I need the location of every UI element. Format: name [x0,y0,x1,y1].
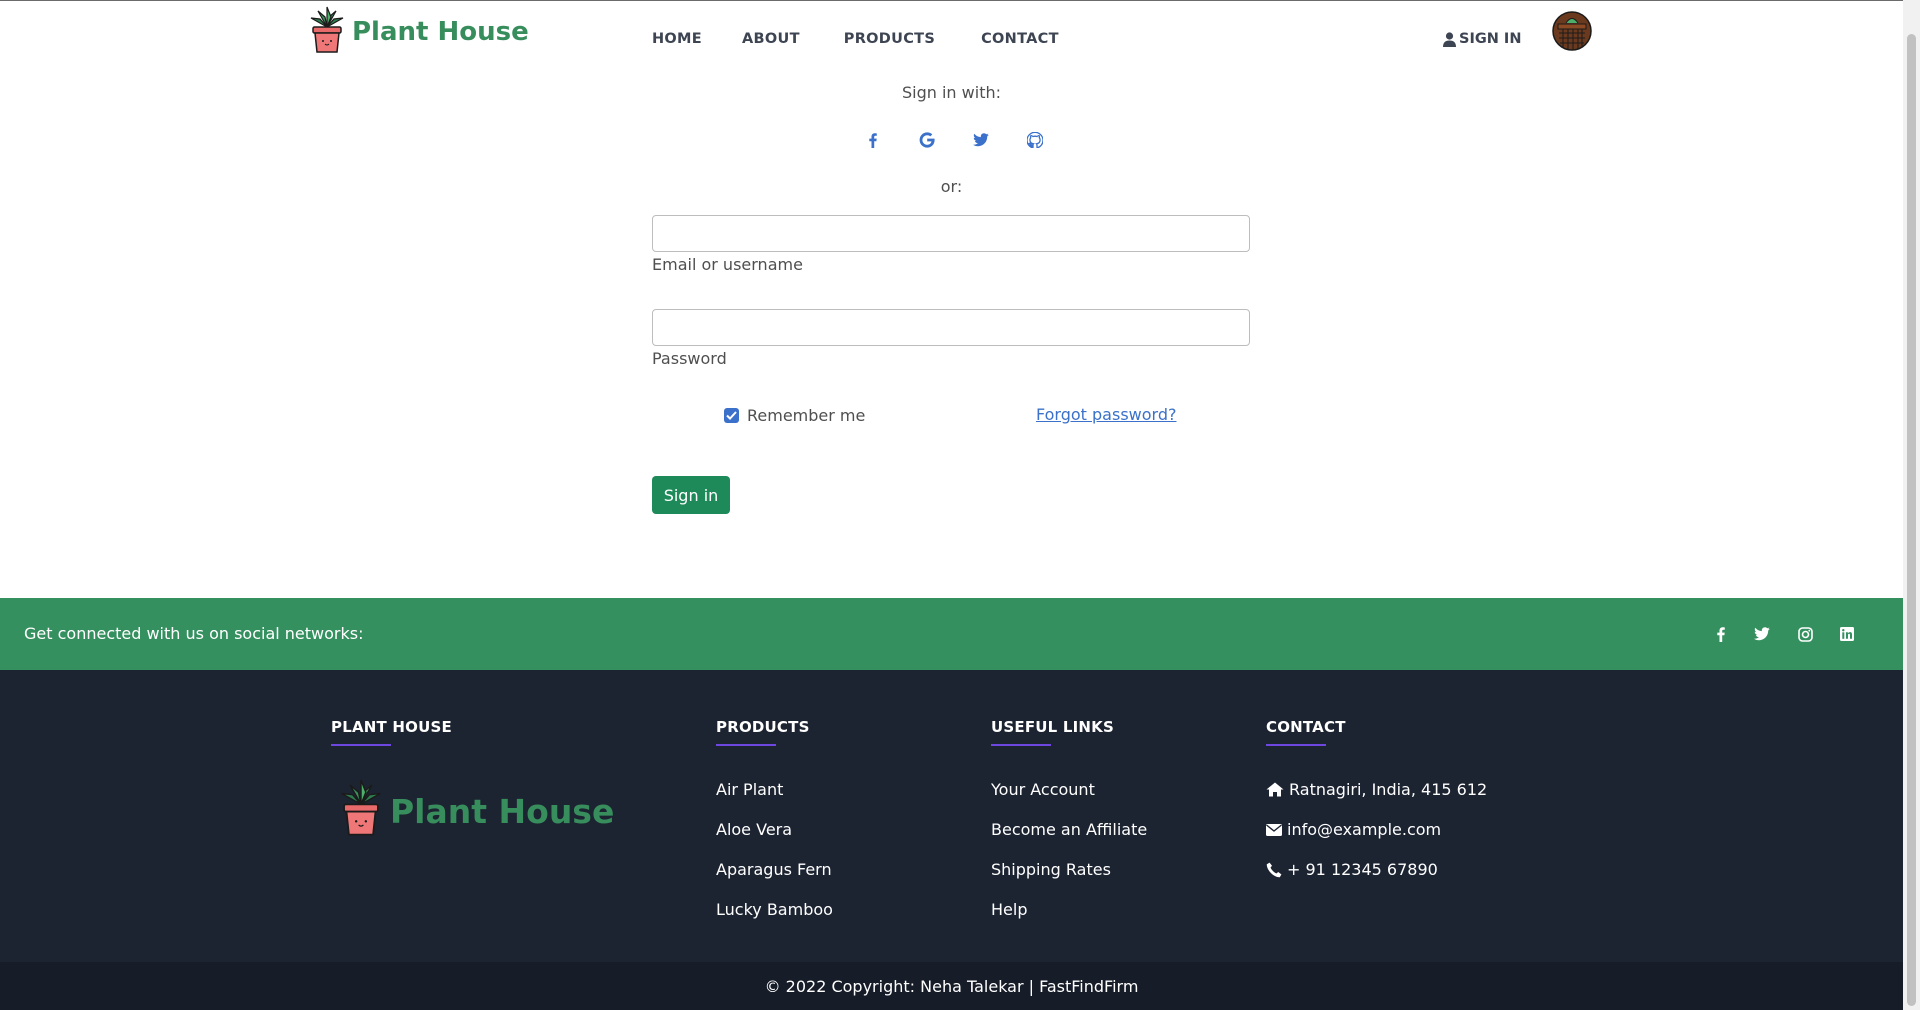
nav-links: HOME ABOUT PRODUCTS CONTACT [652,31,1059,47]
facebook-icon [1717,626,1725,642]
checkbox-checked-icon[interactable] [724,408,739,423]
heading-underline [991,744,1051,746]
sign-in-button[interactable]: Sign in [652,476,730,514]
social-login-buttons [860,127,1043,153]
social-networks-bar: Get connected with us on social networks… [0,598,1903,670]
heading-underline [331,744,391,746]
email-field-label: Email or username [652,255,803,274]
copyright-bar: © 2022 Copyright: Neha Talekar | FastFin… [0,962,1903,1010]
footer-linkedin-link[interactable] [1835,622,1859,646]
google-icon [919,132,935,148]
footer-col-useful-links: USEFUL LINKS [991,718,1114,746]
footer-link-aloe-vera[interactable]: Aloe Vera [716,820,792,839]
social-networks-text: Get connected with us on social networks… [24,624,364,643]
brand-link[interactable]: Plant House [308,5,529,55]
email-field[interactable] [652,215,1250,252]
contact-phone-text: + 91 12345 67890 [1287,860,1438,879]
footer-facebook-link[interactable] [1709,622,1733,646]
plant-logo-icon [341,779,381,836]
facebook-icon [869,132,877,148]
heading-underline [1266,744,1326,746]
footer-link-become-affiliate[interactable]: Become an Affiliate [991,820,1147,839]
basket-icon[interactable] [1552,11,1592,51]
google-login-button[interactable] [914,127,940,153]
contact-address: Ratnagiri, India, 415 612 [1266,780,1487,799]
footer-link-help[interactable]: Help [991,900,1027,919]
scrollbar-thumb[interactable] [1907,34,1916,1006]
envelope-icon [1266,823,1282,836]
footer-twitter-link[interactable] [1750,622,1774,646]
github-login-button[interactable] [1022,127,1048,153]
twitter-icon [1754,627,1770,641]
footer-link-shipping-rates[interactable]: Shipping Rates [991,860,1111,879]
or-divider-label: or: [940,177,963,196]
nav-home[interactable]: HOME [652,31,702,47]
brand-name: Plant House [352,17,529,47]
twitter-login-button[interactable] [968,127,994,153]
contact-phone: + 91 12345 67890 [1266,860,1438,879]
footer-contact-heading: CONTACT [1266,718,1346,736]
footer-products-heading: PRODUCTS [716,718,810,736]
nav-contact[interactable]: CONTACT [981,31,1059,47]
nav-about[interactable]: ABOUT [742,31,800,47]
password-field[interactable] [652,309,1250,346]
footer-brand-heading: PLANT HOUSE [331,718,452,736]
phone-icon [1266,862,1282,877]
copyright-text: © 2022 Copyright: Neha Talekar | FastFin… [764,977,1139,996]
footer-link-aparagus-fern[interactable]: Aparagus Fern [716,860,832,879]
instagram-icon [1797,626,1813,642]
footer-logo: Plant House [338,777,614,839]
contact-email-text: info@example.com [1287,820,1442,839]
footer-link-air-plant[interactable]: Air Plant [716,780,783,799]
forgot-password-link[interactable]: Forgot password? [1036,405,1176,424]
nav-sign-in-label: SIGN IN [1459,31,1522,47]
facebook-login-button[interactable] [860,127,886,153]
navbar: Plant House HOME ABOUT PRODUCTS CONTACT … [0,1,1903,71]
nav-products[interactable]: PRODUCTS [844,31,935,47]
remember-me-checkbox[interactable]: Remember me [724,406,865,425]
twitter-icon [973,133,989,147]
contact-email: info@example.com [1266,820,1441,839]
footer-instagram-link[interactable] [1793,622,1817,646]
password-field-label: Password [652,349,727,368]
heading-underline [716,744,776,746]
contact-address-text: Ratnagiri, India, 415 612 [1289,780,1488,799]
footer-col-brand: PLANT HOUSE [331,718,452,746]
footer-link-your-account[interactable]: Your Account [991,780,1095,799]
footer-link-lucky-bamboo[interactable]: Lucky Bamboo [716,900,833,919]
home-icon [1266,782,1284,797]
footer-useful-links-heading: USEFUL LINKS [991,718,1114,736]
remember-me-label: Remember me [747,406,866,425]
github-icon [1027,132,1043,148]
page: Plant House HOME ABOUT PRODUCTS CONTACT … [0,0,1903,1010]
linkedin-icon [1840,627,1854,641]
user-icon [1443,31,1456,47]
footer-col-products: PRODUCTS [716,718,810,746]
nav-sign-in[interactable]: SIGN IN [1443,31,1521,47]
footer-col-contact: CONTACT [1266,718,1346,746]
plant-logo-icon [310,6,344,53]
footer: PLANT HOUSE Plant House PRODUCTS Air Pla… [0,670,1903,962]
footer-logo-text: Plant House [390,791,615,831]
vertical-scrollbar[interactable] [1903,0,1920,1010]
sign-in-with-label: Sign in with: [902,83,1001,102]
